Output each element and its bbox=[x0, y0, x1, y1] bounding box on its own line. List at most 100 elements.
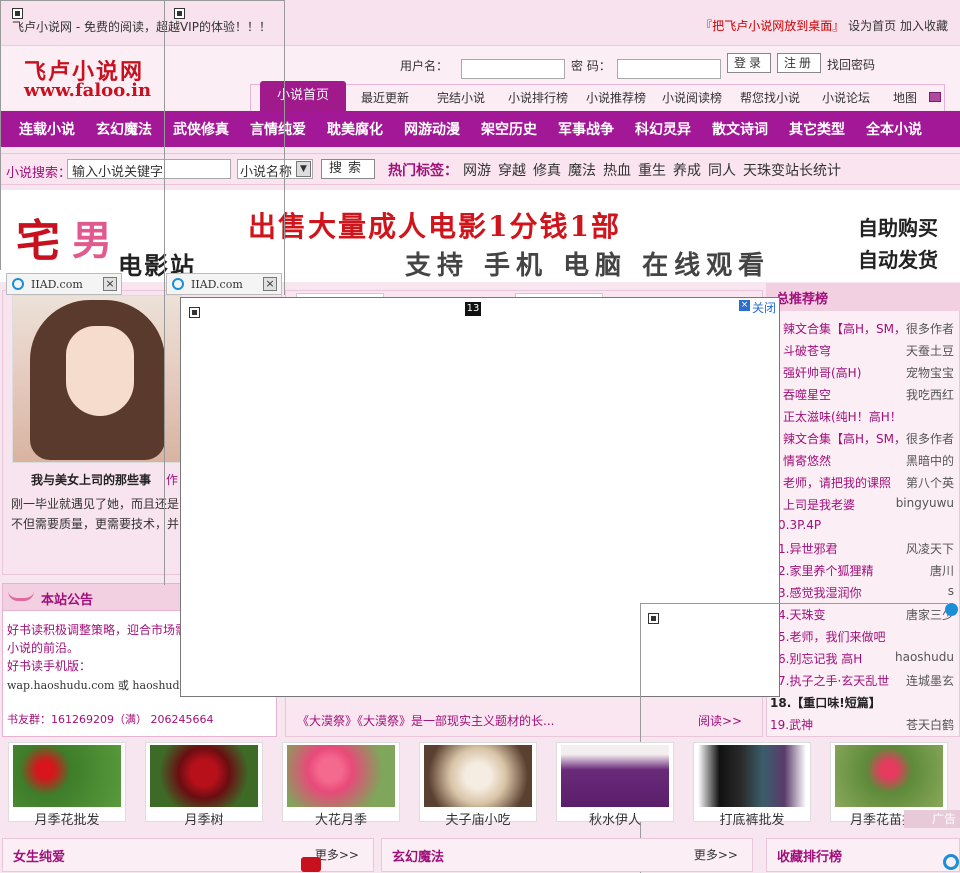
ranking-row[interactable]: 5.老师，我们来做吧 bbox=[770, 624, 956, 646]
read-link[interactable]: 阅读>> bbox=[698, 712, 742, 729]
register-button[interactable]: 注册 bbox=[777, 53, 821, 73]
tab-latest[interactable]: 最近更新 bbox=[361, 89, 409, 106]
ranking-name[interactable]: 上司是我老婆 bbox=[783, 496, 855, 513]
nav-romance[interactable]: 言情纯爱 bbox=[250, 119, 306, 139]
ranking-row[interactable]: 情寄悠然 黑暗中的 bbox=[770, 448, 956, 470]
nav-scifi[interactable]: 科幻灵异 bbox=[635, 119, 691, 139]
featured-title[interactable]: 我与美女上司的那些事 bbox=[31, 471, 151, 488]
add-favorite-link[interactable]: 加入收藏 bbox=[900, 19, 948, 33]
tab-forum[interactable]: 小说论坛 bbox=[822, 89, 870, 106]
product-thumb[interactable]: 夫子庙小吃 bbox=[419, 742, 537, 828]
ranking-row[interactable]: 正太滋味(纯H！高H！ bbox=[770, 404, 956, 426]
ranking-row[interactable]: 3.感觉我湿润你 s bbox=[770, 580, 956, 602]
ranking-row[interactable]: 2.家里养个狐狸精 唐川 bbox=[770, 558, 956, 580]
thumb-caption[interactable]: 大花月季 bbox=[283, 809, 399, 828]
more-link[interactable]: 更多>> bbox=[694, 846, 738, 863]
tab-find[interactable]: 帮您找小说 bbox=[740, 89, 800, 106]
ranking-name[interactable]: 吞噬星空 bbox=[783, 386, 831, 403]
ranking-name[interactable]: 18.【重口味!短篇】 bbox=[770, 694, 881, 711]
hot-tag[interactable]: 网游 bbox=[463, 160, 491, 180]
ranking-row[interactable]: 1.异世邪君 风凌天下 bbox=[770, 536, 956, 558]
ranking-row[interactable]: 老师，请把我的课照 第八个英 bbox=[770, 470, 956, 492]
ranking-name[interactable]: 0.3P.4P bbox=[778, 518, 821, 532]
thumb-caption[interactable]: 秋水伊人 bbox=[557, 809, 673, 828]
nav-prose[interactable]: 散文诗词 bbox=[712, 119, 768, 139]
notice-wap-link[interactable]: wap.haoshudu.com 或 haoshudu. bbox=[7, 677, 190, 693]
popup-close-button[interactable]: 关闭 bbox=[752, 299, 776, 316]
ranking-name[interactable]: 正太滋味(纯H！高H！ bbox=[783, 408, 902, 425]
ranking-name[interactable]: 老师，请把我的课照 bbox=[783, 474, 891, 491]
nav-other[interactable]: 其它类型 bbox=[789, 119, 845, 139]
site-logo-url[interactable]: www.faloo.in bbox=[24, 80, 151, 101]
ranking-row[interactable]: 强奸帅哥(高H) 宠物宝宝 bbox=[770, 360, 956, 382]
hot-tag[interactable]: 同人 bbox=[708, 160, 736, 180]
ranking-row[interactable]: 辣文合集【高H，SM， 很多作者 bbox=[770, 316, 956, 338]
hot-tag[interactable]: 重生 bbox=[638, 160, 666, 180]
login-button[interactable]: 登录 bbox=[727, 53, 771, 73]
tab-map[interactable]: 地图 bbox=[893, 89, 917, 106]
ranking-row[interactable]: 4.天珠变 唐家三少 bbox=[770, 602, 956, 624]
nav-wuxia[interactable]: 武侠修真 bbox=[173, 119, 229, 139]
ranking-name[interactable]: 19.武神 bbox=[770, 716, 813, 733]
nav-game[interactable]: 网游动漫 bbox=[404, 119, 460, 139]
thumb-caption[interactable]: 月季树 bbox=[146, 809, 262, 828]
mid-novel-desc[interactable]: 《大漠祭》《大漠祭》是一部现实主义题材的长... bbox=[297, 712, 554, 729]
ranking-row[interactable]: 0.3P.4P bbox=[770, 514, 956, 536]
product-thumb[interactable]: 大花月季 bbox=[282, 742, 400, 828]
checkbox-icon[interactable] bbox=[174, 8, 185, 19]
set-home-link[interactable]: 设为首页 bbox=[848, 19, 896, 33]
hot-tag[interactable]: 热血 bbox=[603, 160, 631, 180]
thumb-caption[interactable]: 夫子庙小吃 bbox=[420, 809, 536, 828]
checkbox-icon[interactable] bbox=[648, 613, 659, 624]
hot-tag[interactable]: 天珠变站长统计 bbox=[743, 160, 841, 180]
ranking-name[interactable]: 斗破苍穹 bbox=[783, 342, 831, 359]
product-thumb[interactable]: 月季花批发 bbox=[8, 742, 126, 828]
ranking-row[interactable]: 18.【重口味!短篇】 bbox=[770, 690, 956, 712]
nav-military[interactable]: 军事战争 bbox=[558, 119, 614, 139]
thumb-caption[interactable]: 月季花批发 bbox=[9, 809, 125, 828]
thumb-caption[interactable]: 打底裤批发 bbox=[694, 809, 810, 828]
ranking-row[interactable]: 上司是我老婆 bingyuwu bbox=[770, 492, 956, 514]
ranking-name[interactable]: 5.老师，我们来做吧 bbox=[778, 628, 885, 645]
mail-icon[interactable] bbox=[929, 92, 941, 102]
forgot-password-link[interactable]: 找回密码 bbox=[827, 56, 875, 73]
hot-tag[interactable]: 魔法 bbox=[568, 160, 596, 180]
more-link[interactable]: 更多>> bbox=[315, 846, 359, 863]
ranking-row[interactable]: 19.武神 苍天白鹤 bbox=[770, 712, 956, 734]
nav-history[interactable]: 架空历史 bbox=[481, 119, 537, 139]
ranking-name[interactable]: 6.别忘记我 高H bbox=[778, 650, 862, 667]
nav-danmei[interactable]: 耽美腐化 bbox=[327, 119, 383, 139]
product-thumb[interactable]: 月季树 bbox=[145, 742, 263, 828]
ranking-name[interactable]: 2.家里养个狐狸精 bbox=[778, 562, 873, 579]
ranking-name[interactable]: 辣文合集【高H，SM， bbox=[783, 320, 906, 337]
ranking-row[interactable]: 斗破苍穹 天蚕土豆 bbox=[770, 338, 956, 360]
tab-home[interactable]: 小说首页 bbox=[260, 81, 346, 111]
tab-completed[interactable]: 完结小说 bbox=[437, 89, 485, 106]
hot-tag[interactable]: 养成 bbox=[673, 160, 701, 180]
search-button[interactable]: 搜索 bbox=[321, 159, 375, 179]
add-to-desktop-link[interactable]: 『把飞卢小说网放到桌面』 bbox=[700, 19, 844, 33]
ranking-name[interactable]: 3.感觉我湿润你 bbox=[778, 584, 861, 601]
nav-complete[interactable]: 全本小说 bbox=[866, 119, 922, 139]
password-input[interactable] bbox=[617, 59, 721, 79]
ranking-row[interactable]: 辣文合集【高H，SM， 很多作者 bbox=[770, 426, 956, 448]
ranking-name[interactable]: 7.执子之手·玄天乱世 bbox=[778, 672, 889, 689]
ranking-name[interactable]: 1.异世邪君 bbox=[778, 540, 837, 557]
ie-icon[interactable] bbox=[945, 603, 958, 616]
search-type-select[interactable]: 小说名称 ▼ bbox=[237, 159, 313, 180]
tab-rank[interactable]: 小说排行榜 bbox=[508, 89, 568, 106]
ranking-row[interactable]: 7.执子之手·玄天乱世 连城墨玄 bbox=[770, 668, 956, 690]
ranking-name[interactable]: 4.天珠变 bbox=[778, 606, 825, 623]
nav-serial[interactable]: 连载小说 bbox=[19, 119, 75, 139]
product-thumb[interactable]: 打底裤批发 bbox=[693, 742, 811, 828]
ranking-name[interactable]: 情寄悠然 bbox=[783, 452, 831, 469]
ranking-row[interactable]: 吞噬星空 我吃西红 bbox=[770, 382, 956, 404]
tab-recommend[interactable]: 小说推荐榜 bbox=[586, 89, 646, 106]
product-thumb[interactable]: 秋水伊人 bbox=[556, 742, 674, 828]
search-input[interactable]: 输入小说关键字 bbox=[67, 159, 231, 180]
close-icon[interactable]: × bbox=[263, 277, 277, 291]
checkbox-icon[interactable] bbox=[189, 307, 200, 318]
tab-reading[interactable]: 小说阅读榜 bbox=[662, 89, 722, 106]
ie-icon[interactable] bbox=[943, 854, 959, 870]
close-x-icon[interactable]: × bbox=[739, 300, 750, 311]
